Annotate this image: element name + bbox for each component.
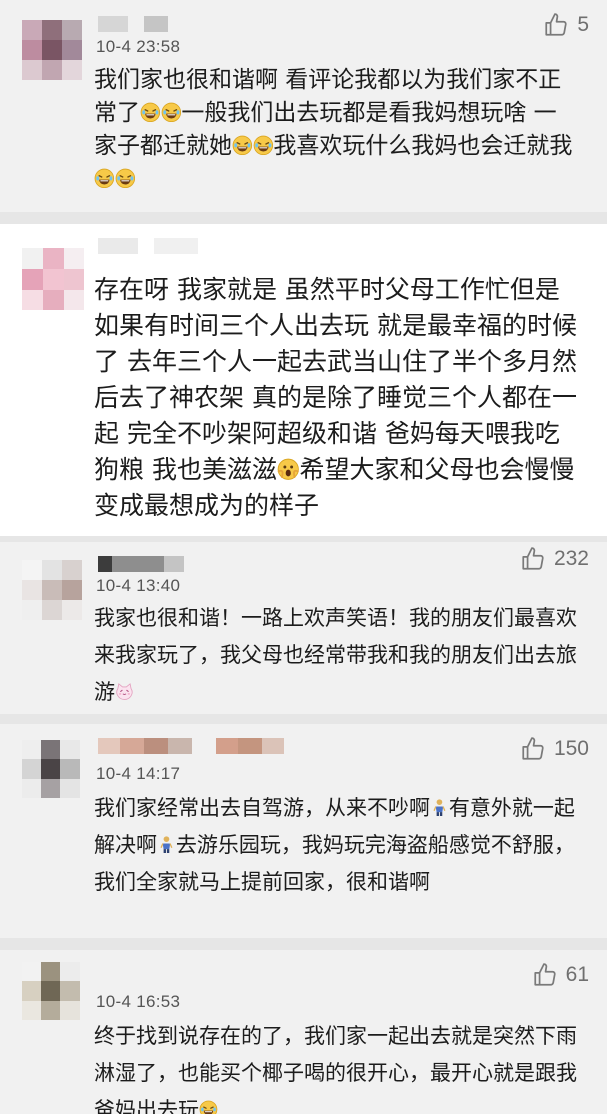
thumbs-up-icon	[522, 547, 544, 570]
like-button[interactable]: 5	[543, 12, 589, 38]
comment-text-run: 我喜欢玩什么我妈也会迁就我	[273, 133, 573, 159]
cat-face-icon	[115, 682, 134, 701]
comment-text: 存在呀 我家就是 虽然平时父母工作忙但是如果有时间三个人出去玩 就是最幸福的时候…	[94, 272, 579, 524]
comment-text-run: 我们家经常出去自驾游，从来不吵啊	[94, 796, 430, 820]
comment-card-highlighted[interactable]: 存在呀 我家就是 虽然平时父母工作忙但是如果有时间三个人出去玩 就是最幸福的时候…	[0, 224, 607, 536]
laughing-tears-icon	[94, 168, 115, 189]
like-count: 61	[565, 963, 589, 986]
like-count: 150	[553, 737, 589, 760]
comment-feed: 10-4 23:58 5 我们家也很和谐啊 看评论我都以为我们家不正常了 一般我们…	[0, 0, 607, 1114]
laughing-tears-icon	[115, 168, 136, 189]
scream-face-icon	[277, 458, 300, 481]
divider	[0, 714, 607, 724]
comment-text: 终于找到说存在的了，我们家一起出去就是突然下雨淋湿了，也能买个椰子喝的很开心，最…	[94, 1018, 579, 1114]
comment-text: 我们家也很和谐啊 看评论我都以为我们家不正常了 一般我们出去玩都是看我妈想玩啥 一…	[94, 64, 579, 196]
divider	[0, 938, 607, 950]
comment-timestamp: 10-4 23:58	[96, 37, 181, 56]
laughing-tears-icon	[140, 102, 161, 123]
username-blurred[interactable]	[98, 16, 178, 32]
comment-card[interactable]: 10-4 23:58 5 我们家也很和谐啊 看评论我都以为我们家不正常了 一般我们…	[0, 0, 607, 212]
avatar[interactable]	[22, 20, 82, 80]
laughing-tears-icon	[232, 135, 253, 156]
comment-timestamp: 10-4 14:17	[96, 764, 181, 783]
thumbs-up-icon	[522, 737, 544, 760]
username-blurred[interactable]	[98, 738, 314, 754]
laughing-tears-icon	[253, 135, 274, 156]
avatar[interactable]	[22, 560, 82, 620]
comment-timestamp: 10-4 13:40	[96, 576, 181, 595]
comment-card[interactable]: 10-4 16:53 61 终于找到说存在的了，我们家一起出去就是突然下雨淋湿了…	[0, 950, 607, 1114]
comment-card[interactable]: 10-4 13:40 232 我家也很和谐！一路上欢声笑语！我的朋友们最喜欢来我…	[0, 542, 607, 714]
like-button[interactable]: 61	[532, 962, 589, 988]
like-button[interactable]: 150	[520, 736, 589, 762]
person-icon	[430, 798, 449, 817]
avatar[interactable]	[22, 962, 80, 1020]
comment-text: 我们家经常出去自驾游，从来不吵啊 有意外就一起解决啊 去游乐园玩，我妈玩完海盗船感觉…	[94, 790, 579, 901]
like-count: 232	[553, 547, 589, 570]
avatar[interactable]	[22, 740, 80, 798]
comment-text-run: 终于找到说存在的了，我们家一起出去就是突然下雨淋湿了，也能买个椰子喝的很开心，最…	[94, 1024, 577, 1114]
comment-card[interactable]: 10-4 14:17 150 我们家经常出去自驾游，从来不吵啊 有意外就一起解决啊…	[0, 724, 607, 938]
like-button[interactable]: 232	[520, 546, 589, 572]
username-blurred[interactable]	[98, 556, 198, 572]
laughing-tears-icon	[161, 102, 182, 123]
thumbs-up-icon	[545, 13, 567, 36]
comment-timestamp: 10-4 16:53	[96, 992, 181, 1011]
comment-text-run: 我家也很和谐！一路上欢声笑语！我的朋友们最喜欢来我家玩了，我父母也经常带我和我的…	[94, 606, 577, 704]
comment-text: 我家也很和谐！一路上欢声笑语！我的朋友们最喜欢来我家玩了，我父母也经常带我和我的…	[94, 600, 579, 711]
avatar[interactable]	[22, 248, 84, 310]
comment-text-run: 存在呀 我家就是 虽然平时父母工作忙但是如果有时间三个人出去玩 就是最幸福的时候…	[94, 275, 577, 484]
laughing-tears-icon	[199, 1100, 218, 1114]
thumbs-up-icon	[534, 963, 556, 986]
divider	[0, 212, 607, 224]
person-icon	[157, 835, 176, 854]
like-count: 5	[577, 13, 589, 36]
username-blurred[interactable]	[98, 238, 218, 254]
